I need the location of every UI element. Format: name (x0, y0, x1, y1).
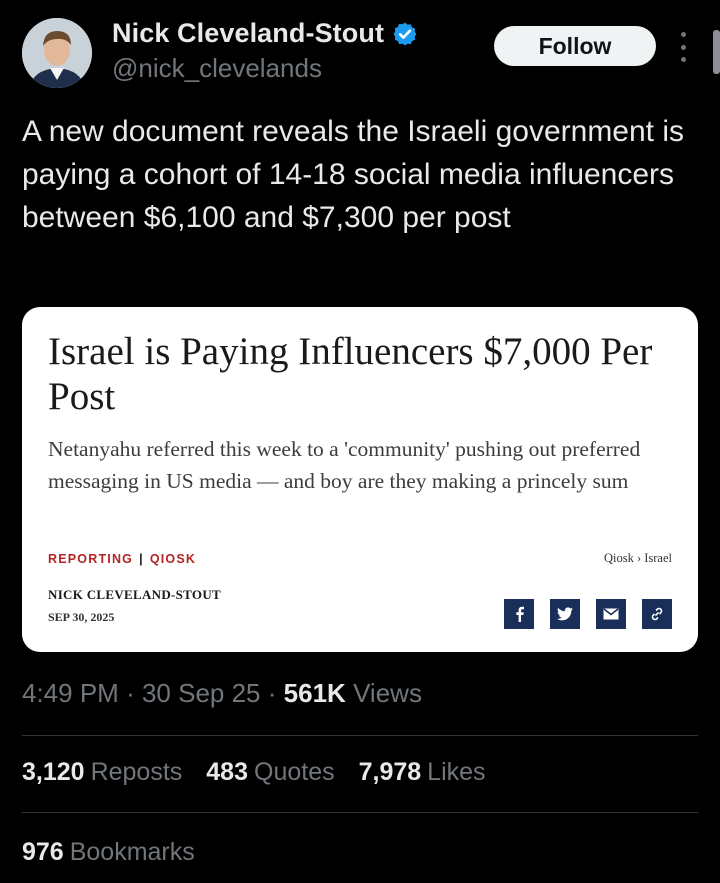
reposts-label: Reposts (90, 758, 183, 786)
link-icon[interactable] (642, 599, 672, 629)
card-title: Israel is Paying Influencers $7,000 Per … (48, 330, 653, 418)
likes-label: Likes (427, 758, 486, 786)
card-breadcrumb[interactable]: Qiosk › Israel (604, 551, 672, 566)
author-name[interactable]: Nick Cleveland-Stout (112, 18, 384, 49)
author-handle[interactable]: @nick_clevelands (112, 53, 322, 84)
quotes-stat[interactable]: 483 Quotes (206, 758, 334, 787)
meta-dot: · (126, 678, 135, 708)
twitter-icon[interactable] (550, 599, 580, 629)
more-options-icon[interactable] (676, 32, 690, 62)
quotes-label: Quotes (254, 758, 335, 786)
likes-stat[interactable]: 7,978 Likes (359, 758, 486, 787)
bookmarks-count: 976 (22, 838, 64, 866)
meta-dot: · (267, 678, 277, 708)
email-icon[interactable] (596, 599, 626, 629)
tweet-date[interactable]: 30 Sep 25 (142, 678, 261, 708)
divider (22, 812, 698, 813)
facebook-icon[interactable] (504, 599, 534, 629)
author-name-row: Nick Cleveland-Stout (112, 18, 418, 49)
likes-count: 7,978 (358, 758, 422, 786)
share-buttons (504, 599, 672, 629)
views-label: Views (353, 678, 422, 708)
reposts-stat[interactable]: 3,120 Reposts (22, 758, 182, 787)
card-date: SEP 30, 2025 (48, 610, 115, 624)
tag-qiosk[interactable]: QIOSK (150, 552, 196, 566)
avatar[interactable] (22, 18, 92, 88)
tweet-meta: 4:49 PM · 30 Sep 25 · 561K Views (22, 678, 422, 709)
quotes-count: 483 (206, 758, 248, 786)
verified-badge-icon (393, 22, 417, 45)
views-count: 561K (283, 678, 346, 708)
link-preview-card[interactable]: Israel is Paying Influencers $7,000 Per … (22, 307, 698, 652)
card-subtitle: Netanyahu referred this week to a 'commu… (48, 437, 641, 493)
card-tags: REPORTING | QIOSK (48, 552, 196, 566)
tweet-text: A new document reveals the Israeli gover… (22, 115, 685, 234)
tweet-time[interactable]: 4:49 PM (22, 678, 119, 708)
bookmarks-label: Bookmarks (69, 838, 195, 866)
bookmarks-stat[interactable]: 976 Bookmarks (22, 838, 195, 867)
follow-button[interactable]: Follow (494, 26, 656, 66)
card-byline: NICK CLEVELAND-STOUT (48, 587, 221, 602)
tag-separator: | (139, 552, 144, 566)
scrollbar[interactable] (713, 30, 720, 74)
reposts-count: 3,120 (22, 758, 85, 786)
engagement-stats: 3,120 Reposts 483 Quotes 7,978 Likes (22, 758, 486, 787)
divider (22, 735, 698, 736)
tag-reporting[interactable]: REPORTING (48, 552, 133, 566)
